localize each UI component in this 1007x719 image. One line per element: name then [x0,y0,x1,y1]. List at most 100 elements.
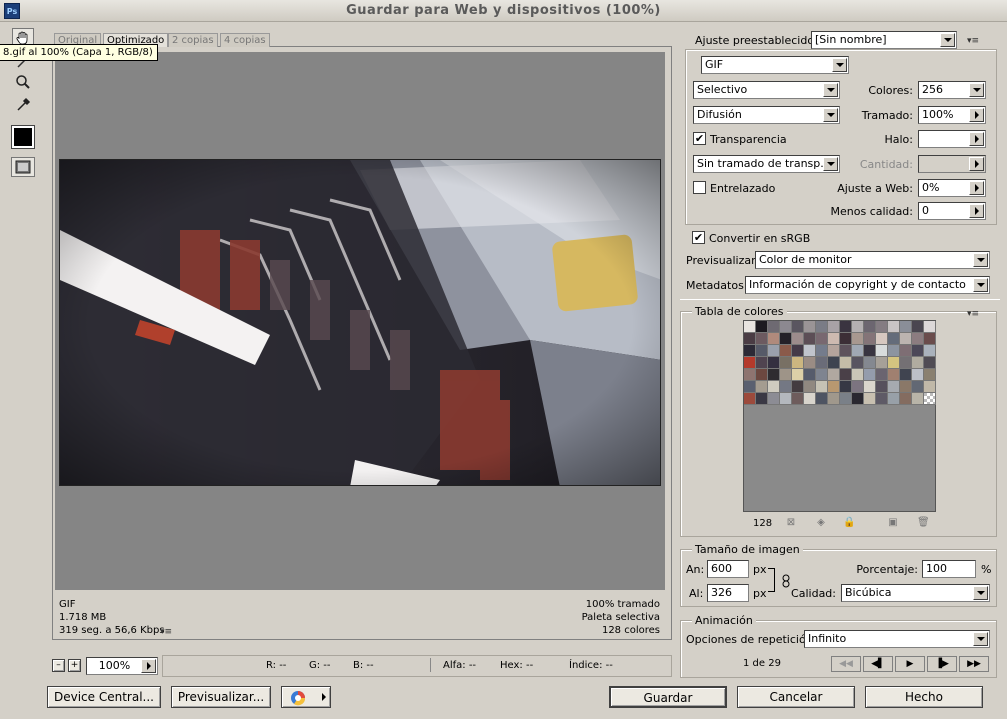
palette-swatch[interactable] [792,321,804,333]
zoom-level-field[interactable]: 100% [86,657,158,675]
palette-swatch[interactable] [792,369,804,381]
palette-swatch[interactable] [840,393,852,405]
palette-swatch[interactable] [780,393,792,405]
metadatos-dropdown[interactable]: Información de copyright y de contacto [745,276,990,294]
palette-swatch[interactable] [816,393,828,405]
delete-color-button[interactable]: 🗑 [917,517,930,529]
palette-swatch[interactable] [828,321,840,333]
palette-swatch[interactable] [768,369,780,381]
palette-swatch[interactable] [780,321,792,333]
tab-4-copias[interactable]: 4 copias [220,33,270,47]
slider-arrow-icon[interactable] [969,204,984,218]
tab-2-copias[interactable]: 2 copias [168,33,218,47]
palette-swatch[interactable] [756,345,768,357]
slider-arrow-icon[interactable] [969,132,984,146]
palette-swatch[interactable] [924,321,936,333]
palette-swatch[interactable] [792,345,804,357]
palette-swatch[interactable] [840,357,852,369]
palette-swatch[interactable] [840,381,852,393]
palette-swatch[interactable] [744,393,756,405]
palette-swatch[interactable] [912,393,924,405]
palette-swatch[interactable] [864,369,876,381]
zoom-out-button[interactable]: – [52,659,65,672]
palette-swatch[interactable] [744,369,756,381]
palette-swatch[interactable] [876,333,888,345]
palette-swatch[interactable] [912,321,924,333]
palette-swatch[interactable] [900,381,912,393]
palette-swatch[interactable] [900,357,912,369]
palette-swatch[interactable] [756,369,768,381]
palette-swatch[interactable] [852,321,864,333]
palette-swatch[interactable] [852,393,864,405]
palette-swatch[interactable] [780,369,792,381]
info-menu-button[interactable]: ▾≡ [160,624,172,637]
dropdown-arrow-icon[interactable] [969,83,984,97]
srgb-checkbox[interactable]: ✔ [692,231,705,244]
colores-field[interactable]: 256 [918,81,986,99]
palette-swatch[interactable] [816,321,828,333]
palette-swatch[interactable] [912,357,924,369]
palette-swatch[interactable] [840,369,852,381]
palette-swatch[interactable] [864,333,876,345]
palette-swatch[interactable] [852,333,864,345]
palette-swatch[interactable] [840,321,852,333]
palette-swatch[interactable] [804,369,816,381]
palette-swatch[interactable] [888,321,900,333]
slider-arrow-icon[interactable] [969,181,984,195]
palette-swatch[interactable] [876,345,888,357]
palette-swatch[interactable] [744,345,756,357]
guardar-button[interactable]: Guardar [609,686,727,708]
palette-swatch[interactable] [744,357,756,369]
palette-swatch[interactable] [816,369,828,381]
reduction-dropdown[interactable]: Selectivo [693,81,840,99]
zoom-in-button[interactable]: + [68,659,81,672]
palette-swatch[interactable] [900,345,912,357]
previsualizar-dropdown[interactable]: Color de monitor [755,251,990,269]
palette-swatch[interactable] [780,333,792,345]
palette-swatch[interactable] [912,333,924,345]
palette-swatch[interactable] [768,393,780,405]
palette-swatch[interactable] [876,381,888,393]
ajuste-web-field[interactable]: 0% [918,179,986,197]
palette-swatch[interactable] [756,321,768,333]
palette-swatch[interactable] [888,357,900,369]
palette-swatch[interactable] [864,345,876,357]
palette-swatch[interactable] [816,333,828,345]
constrain-proportions-button[interactable] [782,574,790,591]
palette-swatch[interactable] [744,321,756,333]
palette-swatch[interactable] [888,369,900,381]
cancelar-button[interactable]: Cancelar [737,686,855,708]
map-color-button[interactable]: ⊠ [785,517,797,529]
repeat-dropdown[interactable]: Infinito [804,630,990,648]
zoom-tool-button[interactable] [12,72,34,92]
palette-swatch[interactable] [768,357,780,369]
palette-swatch[interactable] [804,321,816,333]
palette-swatch[interactable] [780,345,792,357]
palette-swatch[interactable] [756,333,768,345]
palette-swatch[interactable] [744,381,756,393]
palette-swatch[interactable] [888,381,900,393]
palette-swatch[interactable] [768,345,780,357]
palette-swatch[interactable] [864,393,876,405]
palette-swatch[interactable] [828,393,840,405]
calidad-dropdown[interactable]: Bicúbica [841,584,990,602]
palette-swatch[interactable] [864,321,876,333]
palette-swatch[interactable] [792,357,804,369]
palette-swatch[interactable] [756,393,768,405]
palette-swatch[interactable] [804,357,816,369]
next-frame-button[interactable]: ▐▶ [927,656,957,672]
palette-swatch[interactable] [804,381,816,393]
color-palette[interactable] [743,320,936,512]
palette-swatch[interactable] [804,345,816,357]
palette-swatch[interactable] [816,357,828,369]
palette-swatch[interactable] [780,357,792,369]
palette-swatch[interactable] [888,393,900,405]
palette-swatch[interactable] [900,393,912,405]
preset-menu-button[interactable]: ▾≡ [967,33,979,46]
palette-swatch[interactable] [840,333,852,345]
halo-field[interactable] [918,130,986,148]
palette-swatch[interactable] [804,333,816,345]
previsualizar-button[interactable]: Previsualizar... [171,686,271,708]
palette-swatch[interactable] [924,393,936,405]
palette-swatch[interactable] [876,393,888,405]
